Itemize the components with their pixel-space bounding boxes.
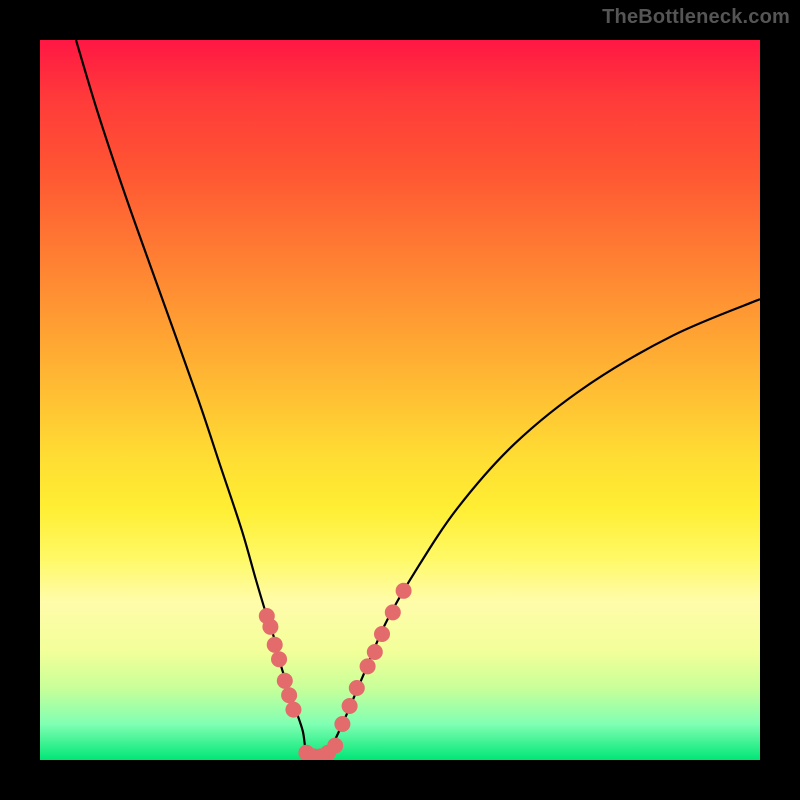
plot-area (40, 40, 760, 760)
bottleneck-curve-line (76, 40, 760, 757)
data-marker (367, 644, 383, 660)
data-marker (327, 738, 343, 754)
data-marker (334, 716, 350, 732)
data-marker (374, 626, 390, 642)
data-marker (396, 583, 412, 599)
data-marker (385, 604, 401, 620)
data-marker (342, 698, 358, 714)
data-marker (267, 637, 283, 653)
data-marker (277, 673, 293, 689)
watermark-text: TheBottleneck.com (602, 6, 790, 29)
data-marker (271, 651, 287, 667)
data-marker (349, 680, 365, 696)
chart-container: TheBottleneck.com (0, 0, 800, 800)
curve-svg (40, 40, 760, 760)
data-marker (262, 619, 278, 635)
data-marker (281, 687, 297, 703)
data-marker (285, 702, 301, 718)
data-marker (360, 658, 376, 674)
